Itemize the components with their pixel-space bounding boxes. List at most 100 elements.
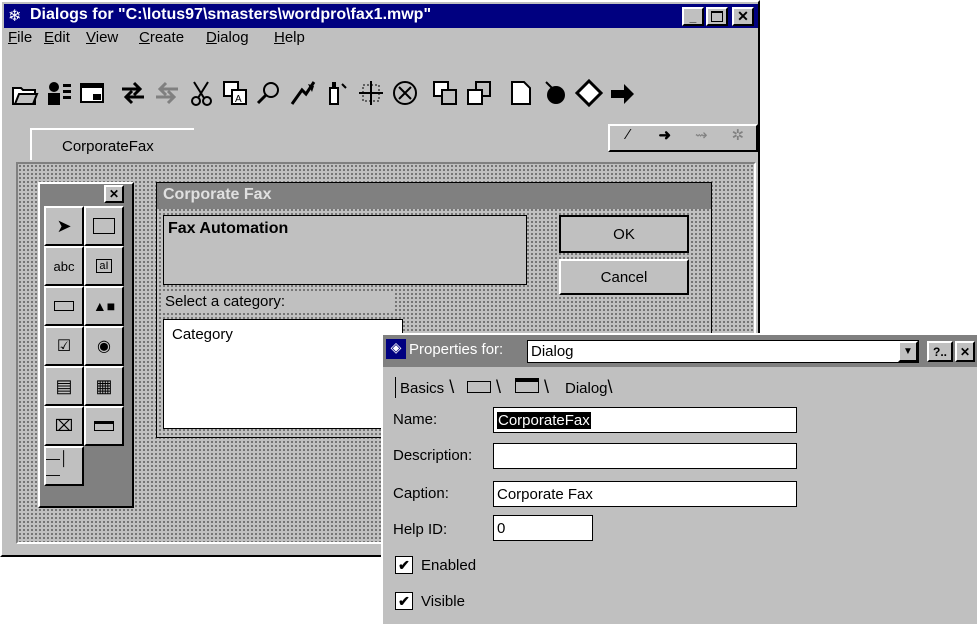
- category-listbox[interactable]: Category: [163, 319, 403, 429]
- menu-dialog[interactable]: Dialog: [206, 29, 249, 46]
- minimize-button[interactable]: _: [682, 7, 704, 26]
- menu-create[interactable]: Create: [139, 29, 184, 46]
- toolbar-shape-button[interactable]: [572, 76, 606, 110]
- properties-title: Properties for:: [409, 341, 504, 358]
- toolbar-delete-button[interactable]: [388, 76, 422, 110]
- palette-close-button[interactable]: ✕: [104, 185, 124, 203]
- palette-titlebar: ✕: [40, 184, 132, 204]
- palette-combobox[interactable]: ▦: [84, 366, 124, 406]
- title-bar: ❄ Dialogs for "C:\lotus97\smasters\wordp…: [4, 4, 758, 28]
- tab-appearance[interactable]: \: [515, 377, 549, 398]
- edit-field-icon: aI: [96, 259, 112, 273]
- palette-checkbox[interactable]: ☑: [44, 326, 84, 366]
- toolbar-cut-button[interactable]: [184, 76, 218, 110]
- description-field[interactable]: [493, 443, 797, 469]
- tab-corporatefax[interactable]: CorporateFax: [30, 128, 194, 160]
- select-category-label[interactable]: Select a category:: [163, 291, 393, 313]
- exit-icon: [611, 84, 634, 104]
- maximize-button[interactable]: [706, 7, 728, 26]
- fax-automation-box[interactable]: Fax Automation: [163, 215, 527, 285]
- svg-text:A: A: [235, 94, 242, 105]
- layout-icon: [467, 381, 491, 393]
- palette-ruler[interactable]: [84, 406, 124, 446]
- find-icon: [256, 82, 279, 105]
- toolbar-copy-button[interactable]: A: [218, 76, 252, 110]
- visible-checkbox-row[interactable]: ✔ Visible: [395, 592, 465, 610]
- checkmark-icon: ✔: [398, 593, 410, 609]
- toolbar-undo-button[interactable]: [116, 76, 150, 110]
- slider-icon: —│—: [46, 450, 69, 482]
- fax-automation-heading: Fax Automation: [168, 220, 289, 237]
- send-back-icon: [433, 81, 457, 105]
- menu-edit[interactable]: Edit: [44, 29, 70, 46]
- scroll-icon: ⌧: [54, 418, 74, 435]
- palette-pointer[interactable]: ➤: [44, 206, 84, 246]
- preview-ok-button[interactable]: OK: [559, 215, 689, 253]
- visible-label: Visible: [421, 592, 465, 610]
- preview-caption-bar: Corporate Fax: [157, 183, 711, 209]
- window-title: Dialogs for "C:\lotus97\smasters\wordpro…: [30, 6, 432, 23]
- arrow-pointer-icon: ➤: [56, 215, 72, 236]
- properties-object-select[interactable]: Dialog ▼: [527, 340, 919, 363]
- toolbar-redo-button[interactable]: [150, 76, 184, 110]
- toolbar-run-button[interactable]: [538, 76, 572, 110]
- tab-next-icon: ➜: [658, 127, 672, 144]
- toolbar-open-button[interactable]: [8, 76, 42, 110]
- menu-help[interactable]: Help: [274, 29, 305, 46]
- toolbar-userprops-button[interactable]: [42, 76, 76, 110]
- palette-button[interactable]: [44, 286, 84, 326]
- properties-close-button[interactable]: ✕: [955, 341, 975, 362]
- palette-edit[interactable]: aI: [84, 246, 124, 286]
- properties-help-button[interactable]: ?..: [927, 341, 953, 362]
- helpid-label: Help ID:: [393, 521, 448, 538]
- control-palette: ✕ ➤ abc aI ▲■ ☑ ◉ ▤ ▦ ⌧ —│—: [38, 182, 134, 508]
- palette-slider[interactable]: —│—: [44, 446, 84, 486]
- palette-label[interactable]: abc: [44, 246, 84, 286]
- copy-icon: A: [223, 81, 247, 105]
- menu-bar: File Edit View Create Dialog Help: [8, 26, 608, 50]
- palette-frame[interactable]: [84, 206, 124, 246]
- palette-picture[interactable]: ▲■: [84, 286, 124, 326]
- name-field[interactable]: CorporateFax: [493, 407, 797, 433]
- tab-nav-buttons[interactable]: ⁄ ➜ ⇝ ✲: [608, 124, 758, 152]
- visible-checkbox[interactable]: ✔: [395, 592, 413, 610]
- checkmark-icon: ✔: [398, 557, 410, 573]
- caption-label: Caption:: [393, 485, 449, 502]
- preview-caption: Corporate Fax: [163, 186, 272, 203]
- push-button-icon: [54, 301, 74, 311]
- picture-icon: ▲■: [92, 298, 116, 314]
- dialog-props-icon: [80, 83, 104, 103]
- toolbar-find-button[interactable]: [252, 76, 286, 110]
- palette-radio[interactable]: ◉: [84, 326, 124, 366]
- menu-file[interactable]: File: [8, 29, 32, 46]
- frame-icon: [93, 218, 115, 234]
- toolbar-newdialog-button[interactable]: [504, 76, 538, 110]
- shape-icon: [574, 78, 604, 108]
- properties-window: ◈ Properties for: Dialog ▼ ?.. ✕ Basics …: [381, 333, 977, 624]
- close-button[interactable]: ✕: [732, 7, 754, 26]
- toolbar-exit-button[interactable]: [606, 76, 640, 110]
- properties-tab-strip: Basics \ \ \ Dialog\: [389, 373, 969, 399]
- tab-layout[interactable]: \: [467, 377, 501, 398]
- tab-basics[interactable]: Basics \: [395, 377, 454, 398]
- toolbar-bringfront-button[interactable]: [462, 76, 496, 110]
- enabled-checkbox-row[interactable]: ✔ Enabled: [395, 556, 476, 574]
- tab-dialog[interactable]: Dialog\: [565, 377, 613, 398]
- menu-view[interactable]: View: [86, 29, 118, 46]
- enabled-checkbox[interactable]: ✔: [395, 556, 413, 574]
- category-list-item: Category: [172, 326, 233, 343]
- chevron-down-icon[interactable]: ▼: [898, 341, 918, 362]
- helpid-field[interactable]: 0: [493, 515, 593, 541]
- enabled-label: Enabled: [421, 556, 477, 574]
- toolbar-dialogprops-button[interactable]: [76, 76, 110, 110]
- grid-icon: [359, 81, 383, 105]
- toolbar-grid-button[interactable]: [354, 76, 388, 110]
- toolbar-sendback-button[interactable]: [428, 76, 462, 110]
- toolbar-glue-button[interactable]: [320, 76, 354, 110]
- open-icon: [12, 87, 39, 105]
- preview-cancel-button[interactable]: Cancel: [559, 259, 689, 295]
- toolbar-auto-button[interactable]: [286, 76, 320, 110]
- palette-scroll[interactable]: ⌧: [44, 406, 84, 446]
- caption-field[interactable]: Corporate Fax: [493, 481, 797, 507]
- palette-listbox[interactable]: ▤: [44, 366, 84, 406]
